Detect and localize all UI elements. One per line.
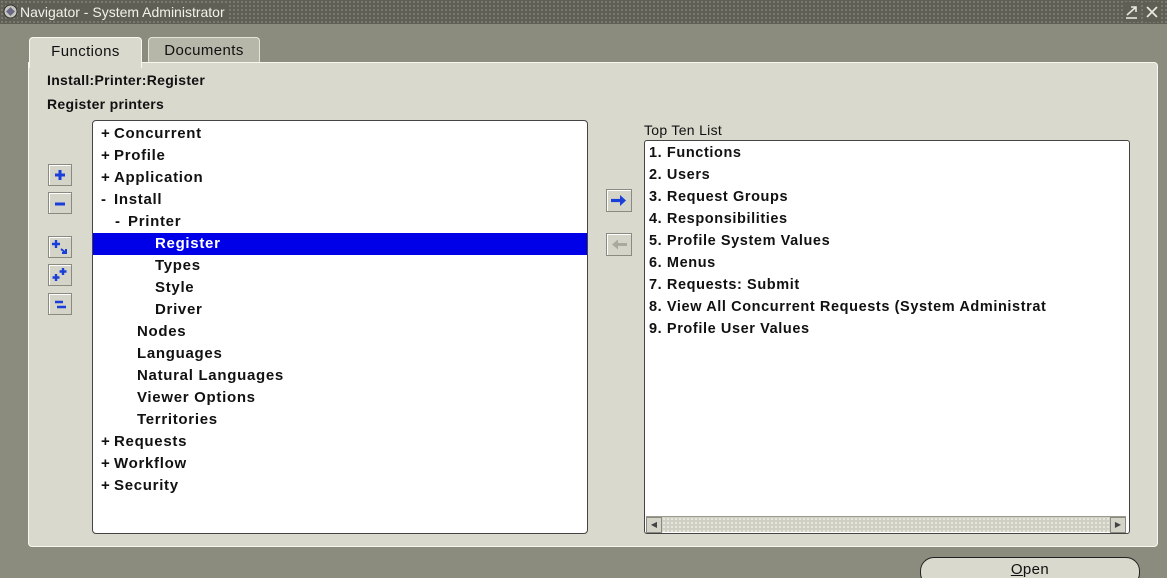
tree-node[interactable]: + Workflow [93, 453, 587, 475]
top-ten-item[interactable]: 3. Request Groups [649, 186, 788, 208]
expand-node-icon[interactable]: + [101, 167, 110, 189]
top-ten-item[interactable]: 6. Menus [649, 252, 716, 274]
open-button[interactable]: Open [920, 557, 1140, 578]
expand-branch-icon [52, 240, 67, 254]
tree-node-label: Territories [137, 411, 218, 428]
collapse-button[interactable] [48, 192, 72, 214]
tree-node-label: Install [114, 191, 163, 208]
tree-node-label: Types [155, 257, 201, 274]
expand-node-icon[interactable]: + [101, 453, 110, 475]
tree-node[interactable]: Languages [93, 343, 587, 365]
close-icon[interactable] [1143, 2, 1161, 22]
top-ten-list[interactable]: 9. Profile User Values 8. View All Concur… [644, 140, 1130, 534]
add-to-top-ten-button[interactable] [606, 189, 632, 212]
tree-node-label: Requests [114, 433, 188, 450]
tree-node[interactable]: + Application [93, 167, 587, 189]
tree-node[interactable]: Types [93, 255, 587, 277]
top-ten-item[interactable]: 7. Requests: Submit [649, 274, 800, 296]
function-description: Register printers [47, 96, 165, 112]
top-ten-item[interactable]: 1. Functions [649, 142, 742, 164]
tree-node[interactable]: + Security [93, 475, 587, 497]
tree-node-label: Natural Languages [137, 367, 284, 384]
expand-all-icon [52, 268, 67, 281]
expand-node-icon[interactable]: + [101, 145, 110, 167]
collapse-icon [55, 202, 65, 206]
minimize-icon[interactable] [1123, 2, 1141, 22]
top-ten-item[interactable]: 5. Profile System Values [649, 230, 830, 252]
horizontal-scrollbar[interactable]: ◀ ▶ [646, 516, 1126, 533]
top-ten-item[interactable]: 8. View All Concurrent Requests (System … [649, 296, 1047, 318]
tree-node[interactable]: Style [93, 277, 587, 299]
scroll-left-icon[interactable]: ◀ [646, 517, 662, 533]
tree-node-label: Register [155, 235, 221, 252]
tree-node[interactable]: Territories [93, 409, 587, 431]
arrow-right-icon [611, 195, 626, 206]
expand-button[interactable] [48, 164, 72, 186]
tree-node[interactable]: Driver [93, 299, 587, 321]
collapse-all-icon [55, 300, 66, 309]
tree-node-label: Printer [128, 213, 182, 230]
top-ten-label: Top Ten List [644, 122, 723, 138]
tree-node[interactable]: Register [93, 233, 587, 255]
tree-node-label: Application [114, 169, 204, 186]
tree-node-label: Security [114, 477, 179, 494]
expand-icon [55, 170, 65, 180]
tree-node-label: Concurrent [114, 125, 202, 142]
open-label: pen [1022, 561, 1050, 578]
expand-branch-button[interactable] [48, 236, 72, 258]
tab-documents[interactable]: Documents [148, 37, 260, 63]
expand-node-icon[interactable]: + [101, 475, 110, 497]
scroll-right-icon[interactable]: ▶ [1110, 517, 1126, 533]
tree-node-label: Style [155, 279, 195, 296]
collapse-all-button[interactable] [48, 293, 72, 315]
navigator-window: Navigator - System Administrator Documen… [0, 0, 1167, 578]
top-ten-item[interactable]: 9. Profile User Values [649, 318, 810, 340]
tree-node[interactable]: + Requests [93, 431, 587, 453]
expand-node-icon[interactable]: + [101, 123, 110, 145]
collapse-node-icon[interactable]: - [101, 189, 107, 211]
tree-node[interactable]: Nodes [93, 321, 587, 343]
tree-node-label: Profile [114, 147, 166, 164]
tree-node[interactable]: - Printer [93, 211, 587, 233]
tree-node-label: Driver [155, 301, 203, 318]
oracle-app-icon [3, 4, 18, 19]
tree-node[interactable]: - Install [93, 189, 587, 211]
tab-functions[interactable]: Functions [29, 37, 142, 68]
remove-from-top-ten-button[interactable] [606, 233, 632, 256]
collapse-node-icon[interactable]: - [115, 211, 121, 233]
tree-node-label: Languages [137, 345, 223, 362]
tree-node[interactable]: Viewer Options [93, 387, 587, 409]
tree-node-label: Nodes [137, 323, 187, 340]
tree-node-label: Workflow [114, 455, 187, 472]
tree-node[interactable]: + Concurrent [93, 123, 587, 145]
tree-node[interactable]: + Profile [93, 145, 587, 167]
title-bar: Navigator - System Administrator [0, 0, 1167, 24]
tree-node-label: Viewer Options [137, 389, 256, 406]
tree-node[interactable]: Natural Languages [93, 365, 587, 387]
expand-node-icon[interactable]: + [101, 431, 110, 453]
window-title: Navigator - System Administrator [18, 3, 229, 21]
open-mnemonic: O [1010, 561, 1023, 578]
function-path: Install:Printer:Register [47, 72, 206, 88]
top-ten-item[interactable]: 2. Users [649, 164, 710, 186]
function-tree[interactable]: + Concurrent + Profile + Application - Install -… [92, 120, 588, 534]
top-ten-item[interactable]: 4. Responsibilities [649, 208, 788, 230]
arrow-left-icon [612, 239, 627, 250]
expand-all-button[interactable] [48, 264, 72, 286]
